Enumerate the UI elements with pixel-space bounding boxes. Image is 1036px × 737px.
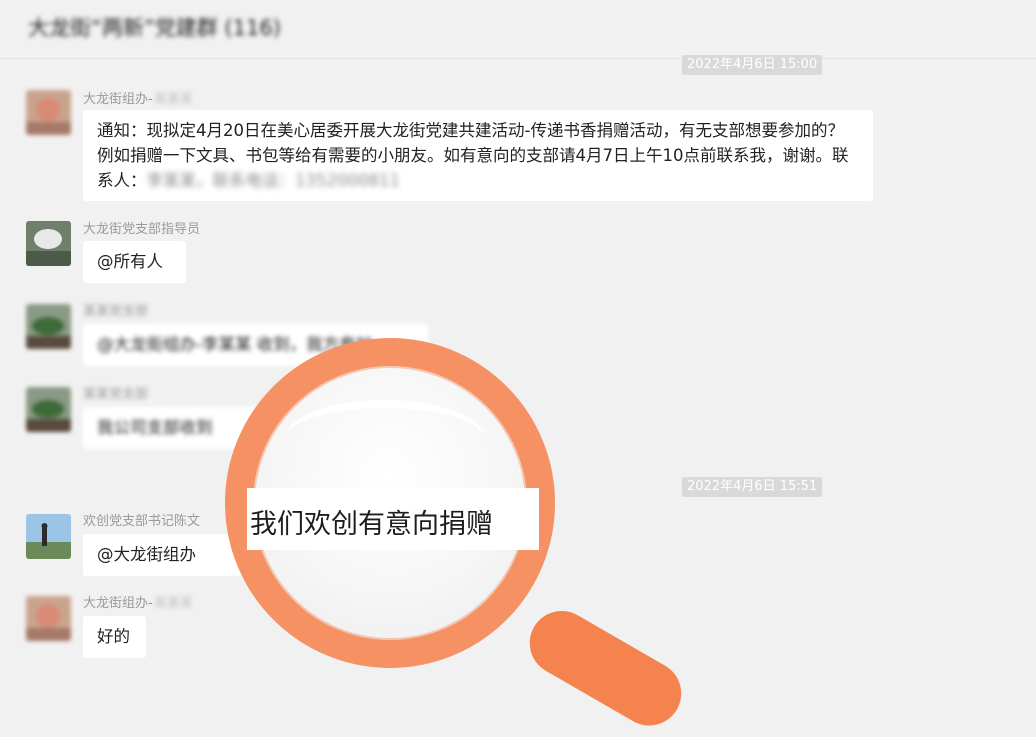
sender-name: 大龙街组办-某某某 — [83, 92, 193, 107]
message-bubble[interactable]: @大龙街组办 — [83, 534, 253, 576]
timestamp: 2022年4月6日 15:00 — [682, 55, 823, 75]
sender-name: 大龙街组办-某某某 — [83, 596, 193, 611]
avatar[interactable] — [26, 596, 71, 641]
sender-name: 某某党支部 — [83, 304, 149, 319]
avatar[interactable] — [26, 221, 71, 266]
message-text: @大龙街组办 — [97, 545, 196, 564]
magnifier-lens: 我们欢创有意向捐赠 — [225, 338, 555, 668]
chat-header: 大龙街“两新”党建群 (116) — [0, 0, 1036, 59]
magnifier-handle — [518, 599, 693, 737]
avatar[interactable] — [26, 514, 71, 559]
avatar[interactable] — [26, 90, 71, 135]
redacted-contact: 李某某，联系电话：1352000811 — [146, 171, 400, 190]
message-text: 好的 — [97, 627, 130, 646]
lens-highlight — [285, 400, 485, 478]
message-bubble[interactable]: @所有人 — [83, 241, 186, 283]
message-bubble[interactable]: 好的 — [83, 616, 146, 658]
avatar[interactable] — [26, 304, 71, 349]
avatar[interactable] — [26, 387, 71, 432]
sender-name: 大龙街党支部指导员 — [83, 222, 201, 237]
sender-name: 欢创党支部书记陈文 — [83, 514, 201, 529]
message-bubble[interactable]: 通知：现拟定4月20日在美心居委开展大龙街党建共建活动-传递书香捐赠活动，有无支… — [83, 110, 873, 201]
timestamp: 2022年4月6日 15:51 — [682, 477, 823, 497]
chat-title: 大龙街“两新”党建群 (116) — [28, 16, 281, 40]
sender-name: 某某党支部 — [83, 387, 149, 402]
magnified-text: 我们欢创有意向捐赠 — [250, 509, 493, 540]
message-text: @所有人 — [97, 252, 163, 271]
message-text: 我公司支部收到 — [97, 418, 213, 437]
